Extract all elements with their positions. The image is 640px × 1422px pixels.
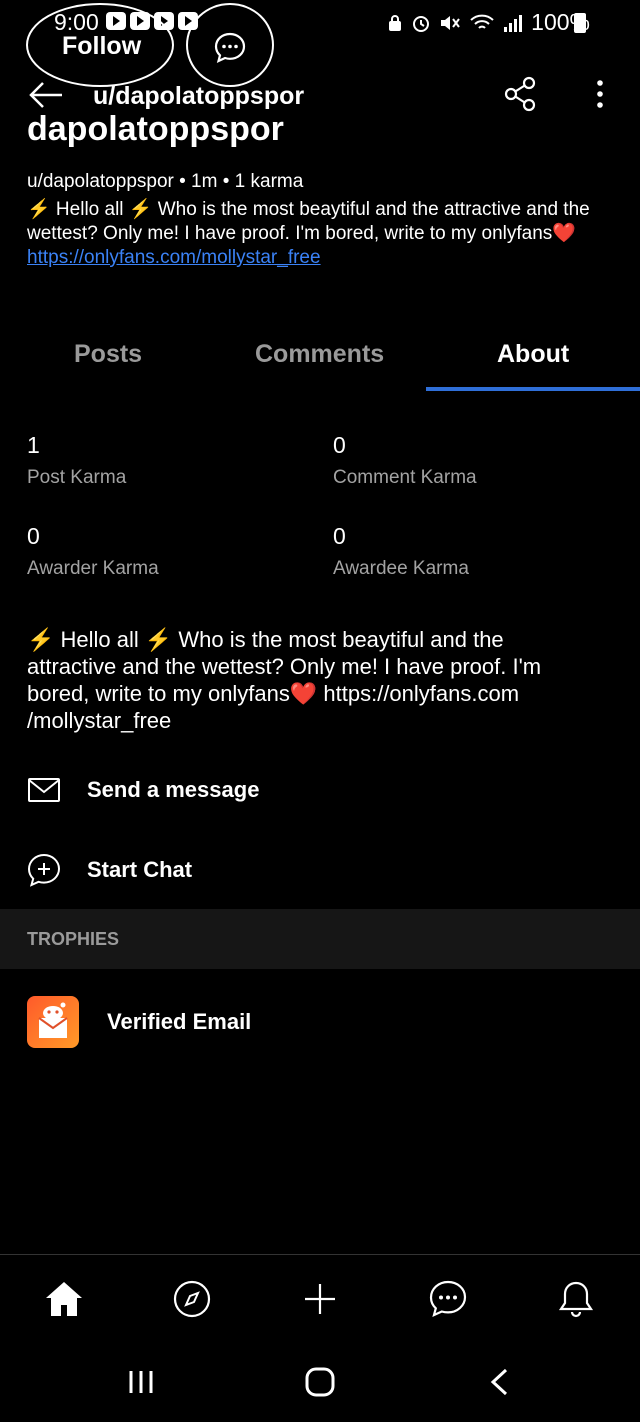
add-chat-icon (27, 853, 61, 887)
post-karma-value: 1 (27, 432, 40, 458)
about-description: ⚡ Hello all ⚡ Who is the most beaytiful … (27, 627, 542, 733)
signal-icon (504, 14, 523, 32)
plus-icon (305, 1284, 335, 1314)
awarder-karma-label: Awarder Karma (27, 558, 159, 579)
wifi-icon (470, 14, 494, 29)
post-karma-label: Post Karma (27, 467, 127, 488)
chat-bubble-icon (429, 1280, 467, 1317)
back-button-icon[interactable] (486, 1367, 514, 1397)
recent-apps-icon[interactable] (126, 1367, 156, 1397)
verified-email-trophy-icon (27, 996, 79, 1048)
awardee-karma-value: 0 (333, 523, 346, 549)
profile-display-name: dapolatoppspor (27, 110, 284, 148)
awarder-karma: 0 Awarder Karma (27, 523, 159, 580)
chat-icon (214, 32, 246, 63)
header-username: u/dapolatoppspor (93, 82, 305, 110)
nav-home[interactable] (42, 1277, 86, 1321)
profile-meta: u/dapolatoppspor • 1m • 1 karma (27, 171, 304, 192)
comment-karma-label: Comment Karma (333, 467, 477, 488)
trophies-title: TROPHIES (27, 929, 120, 949)
bell-icon (558, 1281, 594, 1318)
nav-inbox[interactable] (554, 1277, 598, 1321)
profile-bio: ⚡ Hello all ⚡ Who is the most beaytiful … (27, 198, 607, 270)
system-navigation-bar (0, 1345, 640, 1422)
profile-tabs: Posts Comments About (0, 326, 640, 392)
alarm-icon (413, 15, 430, 32)
bottom-nav (0, 1255, 640, 1345)
awarder-karma-value: 0 (27, 523, 40, 549)
home-button-icon[interactable] (304, 1367, 336, 1397)
trophy-item[interactable]: Verified Email (27, 996, 251, 1048)
comment-karma-value: 0 (333, 432, 346, 458)
tab-about[interactable]: About (497, 340, 569, 369)
awardee-karma-label: Awardee Karma (333, 558, 469, 579)
nav-create[interactable] (298, 1277, 342, 1321)
comment-karma: 0 Comment Karma (333, 432, 477, 489)
nav-discover[interactable] (170, 1277, 214, 1321)
start-chat-label: Start Chat (87, 857, 193, 882)
start-chat-button[interactable]: Start Chat (27, 850, 192, 890)
awardee-karma: 0 Awardee Karma (333, 523, 469, 580)
follow-label: Follow (62, 32, 142, 60)
trophy-label: Verified Email (107, 1009, 252, 1034)
compass-icon (173, 1280, 211, 1318)
bio-link[interactable]: https://onlyfans.com/mollystar_free (27, 247, 321, 268)
trophies-header: TROPHIES (0, 909, 640, 969)
post-karma: 1 Post Karma (27, 432, 126, 489)
more-options-icon[interactable] (590, 78, 610, 110)
tab-comments[interactable]: Comments (255, 340, 384, 369)
mail-icon (28, 778, 60, 802)
tab-posts[interactable]: Posts (74, 340, 142, 369)
battery-icon (574, 13, 586, 33)
mute-icon (441, 15, 460, 30)
lock-icon (389, 14, 402, 31)
nav-chat[interactable] (426, 1277, 470, 1321)
status-right: 100% (387, 9, 590, 36)
send-message-button[interactable]: Send a message (27, 770, 259, 810)
home-icon (46, 1282, 82, 1316)
back-arrow-icon[interactable] (28, 80, 64, 110)
bio-text: ⚡ Hello all ⚡ Who is the most beaytiful … (27, 199, 590, 244)
active-tab-indicator (426, 387, 640, 391)
share-icon[interactable] (503, 76, 537, 112)
send-message-label: Send a message (87, 777, 260, 802)
